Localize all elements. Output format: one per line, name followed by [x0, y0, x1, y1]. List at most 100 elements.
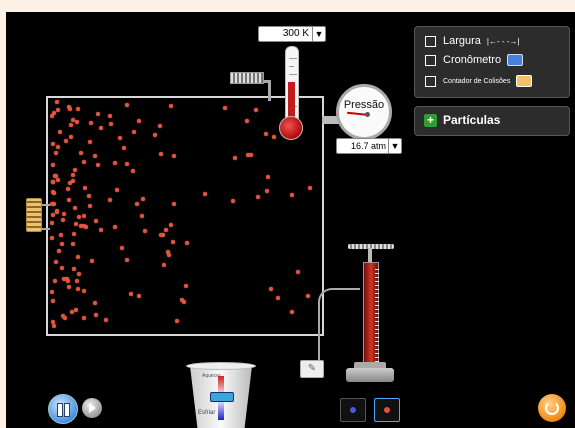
- gas-particle: [61, 276, 66, 281]
- gas-particle: [73, 167, 78, 172]
- heavy-species-button[interactable]: [340, 398, 366, 422]
- pause-icon: [57, 403, 63, 417]
- gas-particle: [98, 228, 103, 233]
- light-particle-icon: [384, 407, 390, 413]
- chevron-down-icon[interactable]: ▼: [312, 27, 325, 41]
- pressure-gauge: Pressão: [336, 84, 392, 140]
- gas-particle: [131, 169, 136, 174]
- pump-hose: [318, 288, 360, 360]
- gas-particle: [203, 191, 208, 196]
- gas-particle: [62, 212, 67, 217]
- gas-particle: [67, 284, 72, 289]
- step-forward-button[interactable]: [82, 398, 102, 418]
- gas-particle: [94, 313, 99, 318]
- gauge-title: Pressão: [343, 99, 385, 111]
- gas-particle: [66, 197, 71, 202]
- gas-particle: [50, 235, 55, 240]
- gas-particle: [96, 111, 101, 116]
- gas-particle: [51, 142, 56, 147]
- gas-particle: [223, 105, 228, 110]
- container-width-handle[interactable]: [26, 198, 42, 232]
- gas-particle: [55, 100, 60, 105]
- thermometer-tick: [289, 74, 297, 75]
- gas-particle: [120, 246, 125, 251]
- gas-particle: [114, 188, 119, 193]
- expand-particles-button[interactable]: +: [424, 114, 437, 127]
- gas-particle: [73, 205, 78, 210]
- reset-all-button[interactable]: [538, 394, 566, 422]
- thermometer-tick: [289, 66, 294, 67]
- lid-handle[interactable]: [230, 72, 264, 84]
- width-option[interactable]: Largura |←- - -→|: [425, 35, 520, 47]
- stopwatch-checkbox[interactable]: [425, 54, 436, 66]
- gas-particle: [51, 299, 56, 304]
- temperature-units-select[interactable]: 300 K ▼: [258, 26, 326, 42]
- gas-particle: [180, 297, 185, 302]
- pressure-units-select[interactable]: 16.7 atm ▼: [336, 138, 402, 154]
- chevron-down-icon[interactable]: ▼: [388, 139, 401, 153]
- gas-particle: [108, 114, 113, 119]
- gas-particle: [59, 241, 64, 246]
- collision-counter-option[interactable]: Contador de Colisões: [425, 75, 533, 87]
- gas-particle: [168, 104, 173, 109]
- gas-particle: [93, 153, 98, 158]
- collision-counter-checkbox[interactable]: [425, 75, 436, 87]
- gas-particle: [77, 215, 82, 220]
- gas-particle: [71, 172, 76, 177]
- gas-particle: [68, 123, 73, 128]
- gas-particle: [134, 202, 139, 207]
- gas-particle: [230, 199, 235, 204]
- gas-particle: [51, 189, 56, 194]
- gas-particle: [55, 108, 60, 113]
- thermometer-tick: [289, 58, 297, 59]
- gas-particle: [264, 189, 269, 194]
- gas-particle: [184, 284, 189, 289]
- gas-particle: [88, 203, 93, 208]
- gas-particle: [272, 134, 277, 139]
- gas-particle: [88, 139, 93, 144]
- cool-label: Esfriar: [198, 410, 216, 416]
- gas-particle: [142, 229, 147, 234]
- gas-particle: [170, 239, 175, 244]
- heat-cool-slider-knob[interactable]: [210, 392, 234, 402]
- heavy-particle-icon: [350, 407, 356, 413]
- gas-particle: [92, 301, 97, 306]
- gas-particle: [69, 134, 74, 139]
- gas-particle: [81, 159, 86, 164]
- gas-particle: [152, 132, 157, 137]
- gas-particle: [140, 213, 145, 218]
- gas-particle: [305, 294, 310, 299]
- gas-particle: [81, 289, 86, 294]
- bucket-rim: [186, 362, 256, 370]
- width-checkbox[interactable]: [425, 35, 436, 47]
- gas-particle: [264, 132, 269, 137]
- pressure-value: 16.7 atm: [351, 141, 387, 151]
- reset-icon: [545, 401, 559, 415]
- width-arrows-icon: |←- - -→|: [486, 36, 520, 46]
- gas-particle: [161, 263, 166, 268]
- particles-panel[interactable]: + Partículas: [414, 106, 570, 136]
- temperature-value: 300 K: [282, 28, 309, 39]
- gas-particle: [122, 145, 127, 150]
- gas-particle: [56, 248, 61, 253]
- gas-particle: [254, 107, 259, 112]
- gas-particle: [75, 107, 80, 112]
- width-label: Largura: [443, 35, 481, 47]
- pause-icon: [64, 403, 70, 417]
- gas-particle: [136, 118, 141, 123]
- pump-scale: [375, 268, 379, 362]
- eraser-button[interactable]: ✎: [300, 360, 324, 378]
- gas-particle: [118, 135, 123, 140]
- gas-particle: [50, 179, 55, 184]
- gas-particle: [158, 151, 163, 156]
- gas-particle: [157, 124, 162, 129]
- gas-particle: [51, 323, 56, 328]
- pause-button[interactable]: [48, 394, 78, 424]
- counter-icon: [516, 75, 533, 87]
- stopwatch-option[interactable]: Cronômetro: [425, 54, 524, 66]
- gas-particle: [65, 278, 70, 283]
- gas-particle: [75, 286, 80, 291]
- gas-particle: [248, 153, 253, 158]
- light-species-button[interactable]: [374, 398, 400, 422]
- gas-particle: [167, 253, 172, 258]
